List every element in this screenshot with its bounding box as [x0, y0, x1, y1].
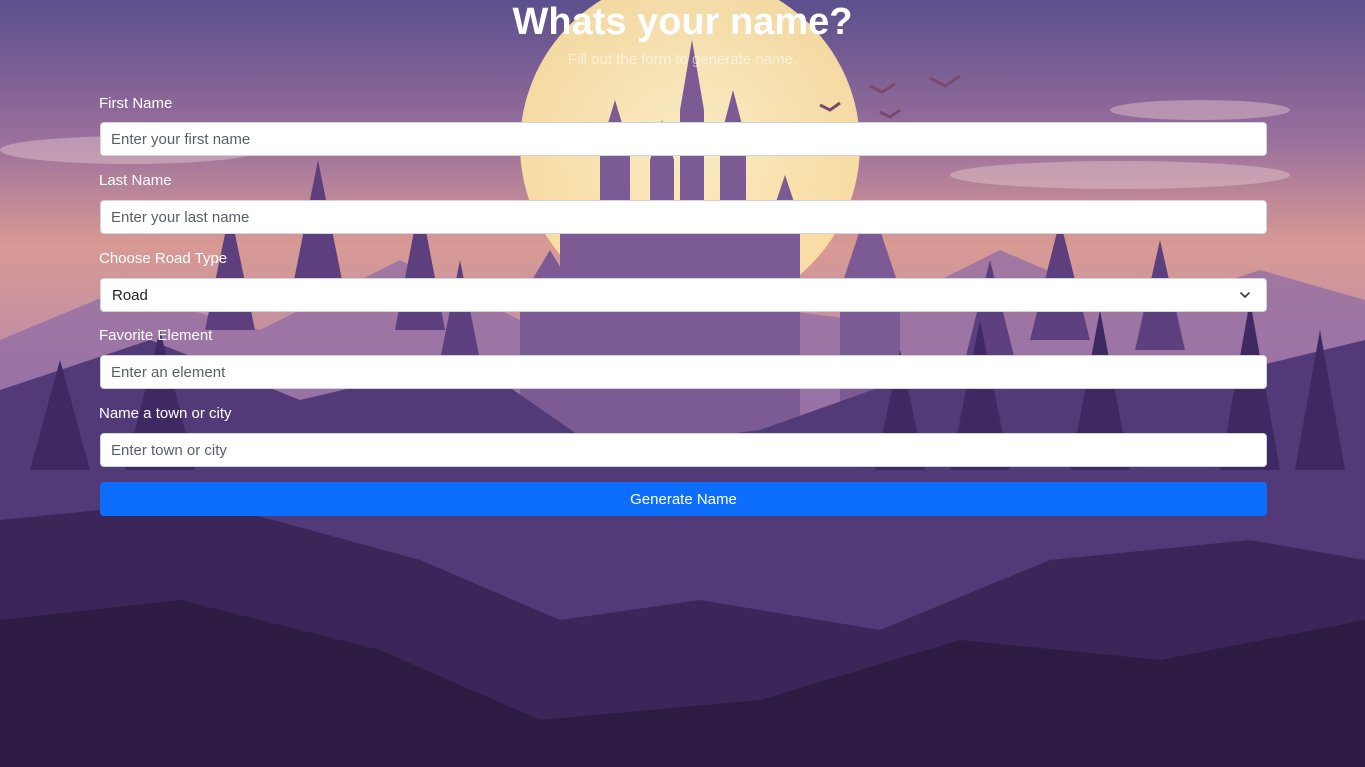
town-input[interactable]	[100, 433, 1267, 467]
last-name-input[interactable]	[100, 200, 1267, 234]
town-label: Name a town or city	[99, 405, 232, 422]
road-type-label: Choose Road Type	[99, 250, 228, 267]
road-type-select[interactable]: Road	[100, 278, 1267, 312]
road-type-selected-value: Road	[112, 286, 148, 304]
last-name-label: Last Name	[99, 172, 172, 189]
chevron-down-icon	[1238, 288, 1252, 302]
name-generator-form: Whats your name? Fill out the form to ge…	[0, 0, 1365, 767]
page-title: Whats your name?	[512, 1, 853, 43]
first-name-label: First Name	[99, 95, 173, 112]
element-label: Favorite Element	[99, 327, 213, 344]
first-name-input[interactable]	[100, 122, 1267, 156]
page-subtitle: Fill out the form to generate name.	[567, 51, 798, 68]
element-input[interactable]	[100, 355, 1267, 389]
generate-name-button[interactable]: Generate Name	[100, 482, 1267, 516]
